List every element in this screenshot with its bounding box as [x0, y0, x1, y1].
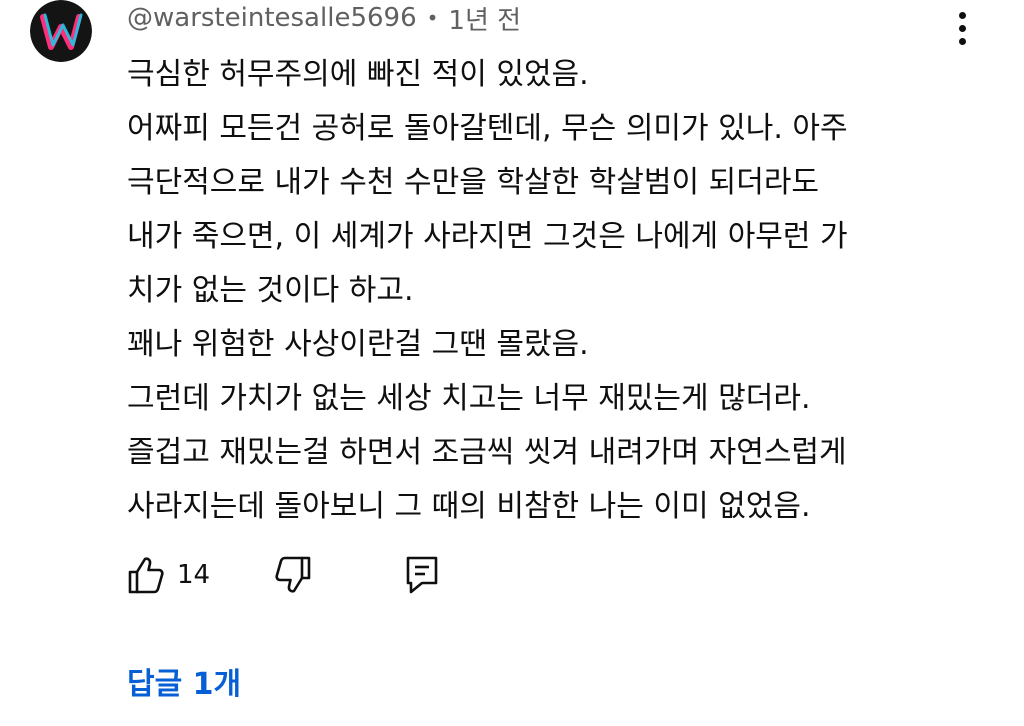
view-replies-button[interactable]: 답글 1개	[127, 660, 241, 710]
separator-dot: •	[426, 6, 439, 30]
comment-line: 치가 없는 것이다 하고.	[127, 273, 414, 308]
comment-line: 극단적으로 내가 수천 수만을 학살한 학살범이 되더라도	[127, 165, 820, 200]
timestamp[interactable]: 1년 전	[448, 0, 521, 37]
thumbs-down-icon	[275, 556, 311, 593]
like-button[interactable]: 14	[127, 550, 210, 600]
comment-line: 사라지는데 돌아보니 그 때의 비참한 나는 이미 없었음.	[127, 489, 811, 524]
comment-actions: 14	[127, 550, 527, 600]
comment-text: 극심한 허무주의에 빠진 적이 있었음. 어짜피 모든건 공허로 돌아갈텐데, …	[127, 48, 957, 534]
comment-icon	[406, 556, 438, 594]
comment-line: 꽤나 위험한 사상이란걸 그땐 몰랐음.	[127, 327, 589, 362]
reply-button[interactable]	[405, 550, 439, 600]
comment-line: 즐겁고 재밌는걸 하면서 조금씩 씻겨 내려가며 자연스럽게	[127, 435, 847, 470]
comment-line: 어짜피 모든건 공허로 돌아갈텐데, 무슨 의미가 있나. 아주	[127, 111, 848, 146]
more-vertical-icon	[958, 11, 966, 19]
comment-line: 극심한 허무주의에 빠진 적이 있었음.	[127, 57, 589, 92]
comment-line: 내가 죽으면, 이 세계가 사라지면 그것은 나에게 아무런 가	[127, 219, 848, 254]
w-logo-avatar-icon	[30, 0, 92, 62]
author-name[interactable]: @warsteintesalle5696	[127, 3, 417, 33]
dislike-button[interactable]	[274, 550, 312, 600]
avatar[interactable]	[30, 0, 92, 62]
like-count: 14	[177, 560, 211, 590]
comment-header: @warsteintesalle5696 • 1년 전	[127, 0, 521, 36]
comment-line: 그런데 가치가 없는 세상 치고는 너무 재밌는게 많더라.	[127, 381, 811, 416]
thumbs-up-icon	[128, 557, 164, 594]
more-actions-button[interactable]	[944, 6, 980, 50]
